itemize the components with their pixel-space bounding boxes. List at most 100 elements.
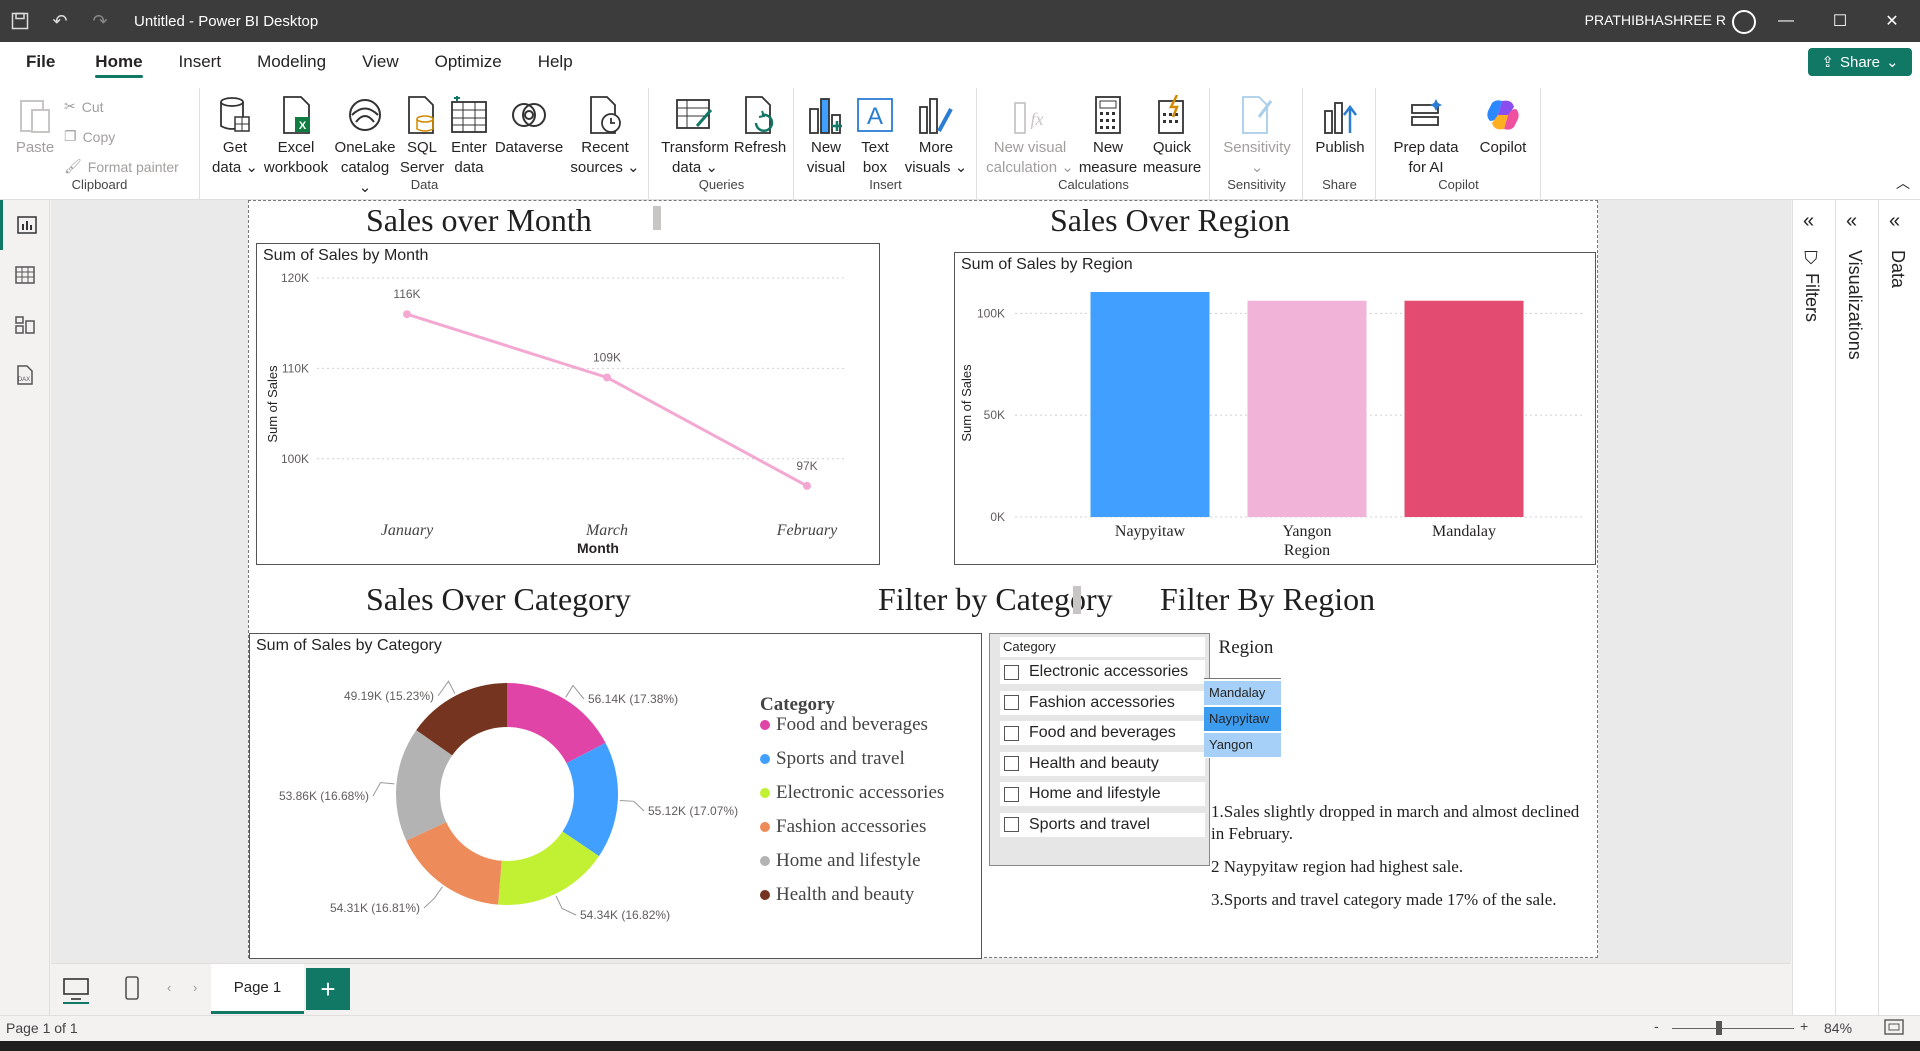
title-sales-over-month[interactable]: Sales over Month xyxy=(366,202,592,239)
line-chart-visual[interactable]: Sum of Sales by Month Sum of Sales Month… xyxy=(256,243,880,565)
visualizations-pane-tab[interactable]: « Visualizations xyxy=(1835,200,1877,1015)
checkbox[interactable] xyxy=(1004,725,1019,741)
close-icon[interactable]: ✕ xyxy=(1868,0,1916,42)
minimize-icon[interactable]: — xyxy=(1762,0,1810,42)
legend-item[interactable]: Food and beverages xyxy=(760,714,928,736)
slicer-item[interactable]: Electronic accessories xyxy=(1000,660,1205,684)
zoom-in-icon[interactable]: + xyxy=(1800,1018,1808,1034)
checkbox[interactable] xyxy=(1004,664,1019,680)
slicer-item[interactable]: Sports and travel xyxy=(1000,812,1205,837)
donut-chart-visual[interactable]: Sum of Sales by Category 56.14K (17.38%)… xyxy=(249,633,982,959)
zoom-slider-handle[interactable] xyxy=(1716,1021,1722,1035)
region-item[interactable]: Naypyitaw xyxy=(1204,707,1281,731)
data-point[interactable] xyxy=(803,481,811,490)
copilot-button[interactable]: Copilot xyxy=(1471,94,1535,158)
legend-item[interactable]: Electronic accessories xyxy=(760,782,944,804)
region-item[interactable]: Mandalay xyxy=(1204,681,1281,705)
dataverse-button[interactable]: Dataverse xyxy=(493,94,565,158)
new-measure-button[interactable]: New measure xyxy=(1078,94,1138,178)
mobile-layout-icon[interactable] xyxy=(125,976,139,1003)
legend-item[interactable]: Sports and travel xyxy=(760,748,905,770)
data-point[interactable] xyxy=(603,373,611,382)
new-visual-calculation-button[interactable]: fx New visual calculation ⌄ xyxy=(986,94,1074,178)
data-pane-tab[interactable]: « Data xyxy=(1878,200,1920,1015)
more-visuals-button[interactable]: More visuals ⌄ xyxy=(901,94,971,178)
prev-page-icon[interactable]: ‹ xyxy=(167,980,171,995)
sensitivity-button[interactable]: Sensitivity ⌄ xyxy=(1219,94,1295,178)
cut-button[interactable]: ✂ Cut xyxy=(64,98,104,115)
slicer-item[interactable]: Health and beauty xyxy=(1000,751,1205,776)
save-icon[interactable] xyxy=(0,0,40,42)
get-data-button[interactable]: Get data ⌄ xyxy=(209,94,261,178)
sql-server-button[interactable]: SQL Server xyxy=(399,94,445,178)
data-point[interactable] xyxy=(403,310,411,319)
collapse-icon[interactable]: « xyxy=(1846,210,1857,233)
refresh-button[interactable]: Refresh xyxy=(732,94,788,158)
category-slicer[interactable]: Category Electronic accessories Fashion a… xyxy=(989,633,1210,866)
filters-pane-tab[interactable]: « ⛉ Filters xyxy=(1792,200,1834,1015)
tab-view[interactable]: View xyxy=(344,42,417,82)
slicer-item[interactable]: Food and beverages xyxy=(1000,721,1205,745)
slicer-item[interactable]: Fashion accessories xyxy=(1000,690,1205,715)
checkbox[interactable] xyxy=(1004,756,1019,771)
format-painter-button[interactable]: 🖌 Format painter xyxy=(64,158,179,175)
tab-home[interactable]: Home xyxy=(77,42,160,82)
prep-data-for-ai-button[interactable]: Prep data for AI xyxy=(1383,94,1469,178)
collapse-ribbon-icon[interactable]: ︿ xyxy=(1896,173,1910,193)
publish-button[interactable]: Publish xyxy=(1310,94,1370,158)
legend-item[interactable]: Health and beauty xyxy=(760,884,914,906)
add-page-button[interactable]: + xyxy=(306,968,350,1010)
title-sales-over-category[interactable]: Sales Over Category xyxy=(366,581,631,618)
redo-icon[interactable]: ↷ xyxy=(80,0,120,42)
checkbox[interactable] xyxy=(1004,786,1019,802)
avatar[interactable] xyxy=(1732,10,1756,34)
resize-handle[interactable] xyxy=(1073,586,1081,614)
fit-to-page-icon[interactable] xyxy=(1884,1019,1904,1038)
tab-help[interactable]: Help xyxy=(520,42,591,82)
checkbox[interactable] xyxy=(1004,695,1019,710)
region-slicer[interactable]: Mandalay Naypyitaw Yangon xyxy=(1204,678,1281,758)
collapse-icon[interactable]: « xyxy=(1803,210,1814,233)
enter-data-button[interactable]: Enter data xyxy=(447,94,491,178)
model-view-icon[interactable] xyxy=(0,300,50,350)
title-filter-by-region[interactable]: Filter By Region xyxy=(1160,581,1375,618)
new-visual-button[interactable]: New visual xyxy=(803,94,849,178)
share-button[interactable]: ⇪ Share ⌄ xyxy=(1808,48,1912,76)
recent-sources-button[interactable]: Recent sources ⌄ xyxy=(567,94,643,178)
collapse-icon[interactable]: « xyxy=(1889,210,1900,233)
tab-insert[interactable]: Insert xyxy=(161,42,240,82)
tab-modeling[interactable]: Modeling xyxy=(239,42,344,82)
paste-button[interactable]: Paste xyxy=(10,94,60,158)
legend-item[interactable]: Home and lifestyle xyxy=(760,850,921,872)
checkbox[interactable] xyxy=(1004,817,1019,832)
title-sales-over-region[interactable]: Sales Over Region xyxy=(1050,202,1290,239)
resize-handle[interactable] xyxy=(653,206,661,230)
next-page-icon[interactable]: › xyxy=(193,980,197,995)
page-tab-1[interactable]: Page 1 xyxy=(211,964,304,1014)
menu-file[interactable]: File xyxy=(0,42,77,82)
bar[interactable] xyxy=(1247,300,1367,517)
slicer-item[interactable]: Home and lifestyle xyxy=(1000,782,1205,806)
desktop-layout-icon[interactable] xyxy=(63,978,89,1003)
legend-item[interactable]: Fashion accessories xyxy=(760,816,926,838)
donut-slice[interactable] xyxy=(406,822,502,905)
zoom-slider[interactable] xyxy=(1672,1028,1794,1029)
maximize-icon[interactable]: ☐ xyxy=(1816,0,1864,42)
text-box-button[interactable]: A Text box xyxy=(853,94,897,178)
bar[interactable] xyxy=(1404,300,1524,517)
bar-chart-visual[interactable]: Sum of Sales by Region Sum of Sales Regi… xyxy=(954,252,1596,565)
dax-query-view-icon[interactable]: DAX xyxy=(0,350,50,400)
undo-icon[interactable]: ↶ xyxy=(40,0,80,42)
zoom-out-icon[interactable]: - xyxy=(1654,1018,1659,1034)
table-view-icon[interactable] xyxy=(0,250,50,300)
copy-button[interactable]: ❐ Copy xyxy=(64,128,115,145)
tab-optimize[interactable]: Optimize xyxy=(417,42,520,82)
report-view-icon[interactable] xyxy=(0,200,50,250)
transform-data-button[interactable]: Transform data ⌄ xyxy=(660,94,730,178)
zoom-level[interactable]: 84% xyxy=(1824,1020,1852,1036)
excel-workbook-button[interactable]: X Excel workbook xyxy=(261,94,331,178)
quick-measure-button[interactable]: Quick measure xyxy=(1140,94,1204,178)
region-item[interactable]: Yangon xyxy=(1204,733,1281,757)
bar[interactable] xyxy=(1090,291,1210,517)
user-name[interactable]: PRATHIBHASHREE R xyxy=(1585,12,1726,28)
